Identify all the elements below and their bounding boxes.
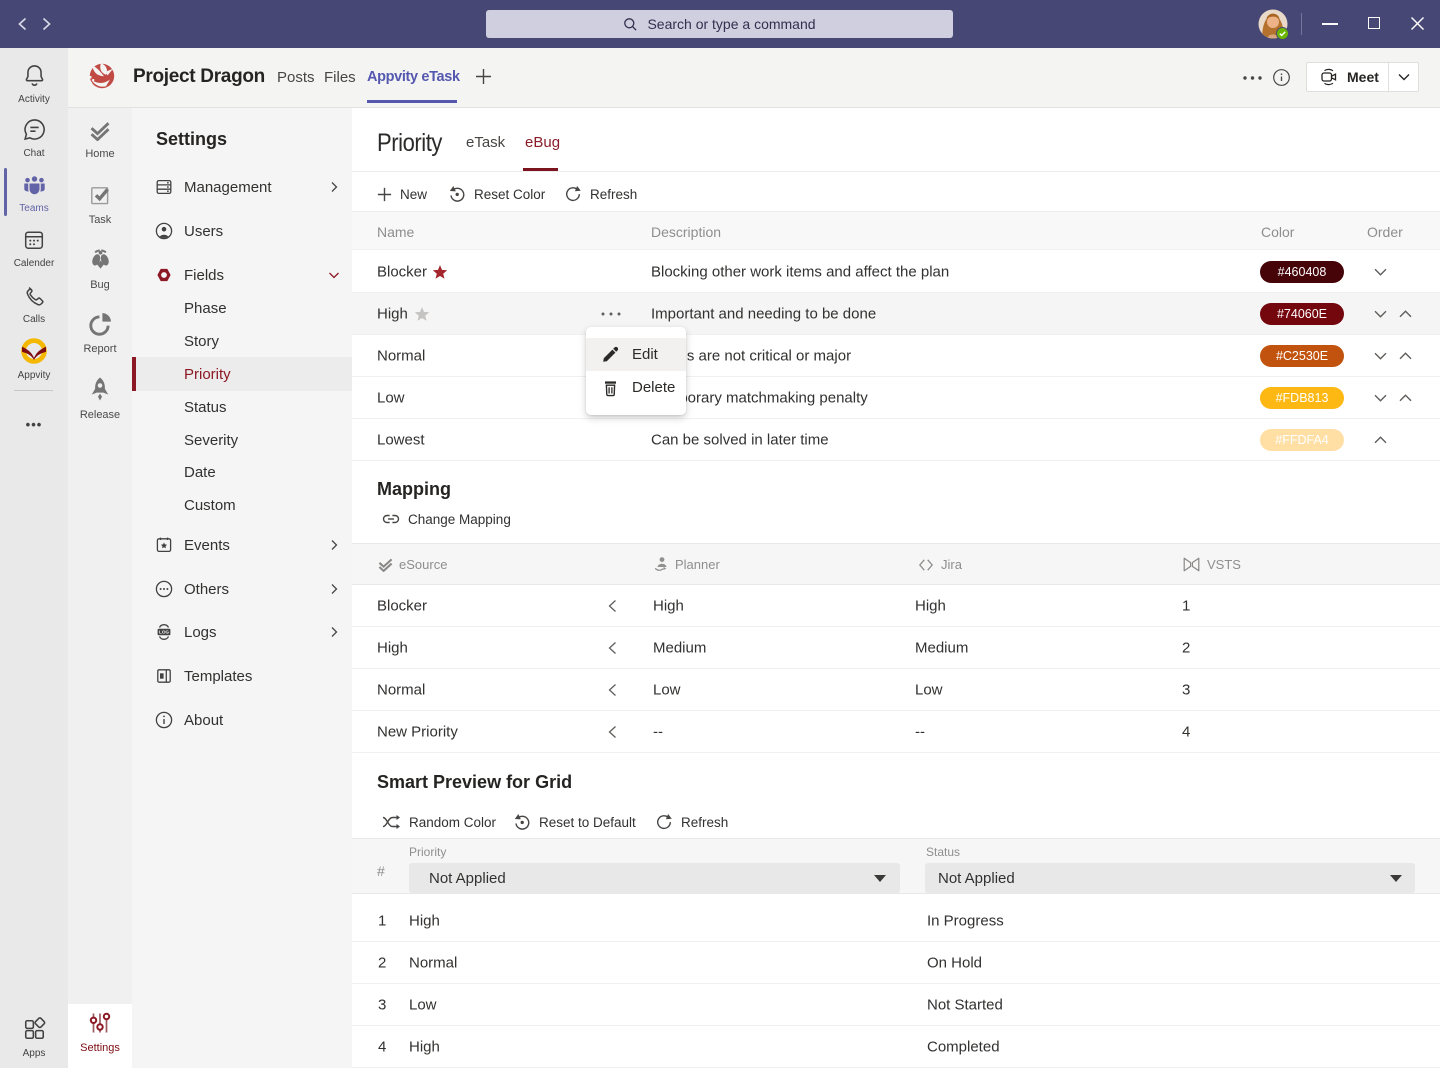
svg-text:LOG: LOG	[159, 630, 169, 635]
